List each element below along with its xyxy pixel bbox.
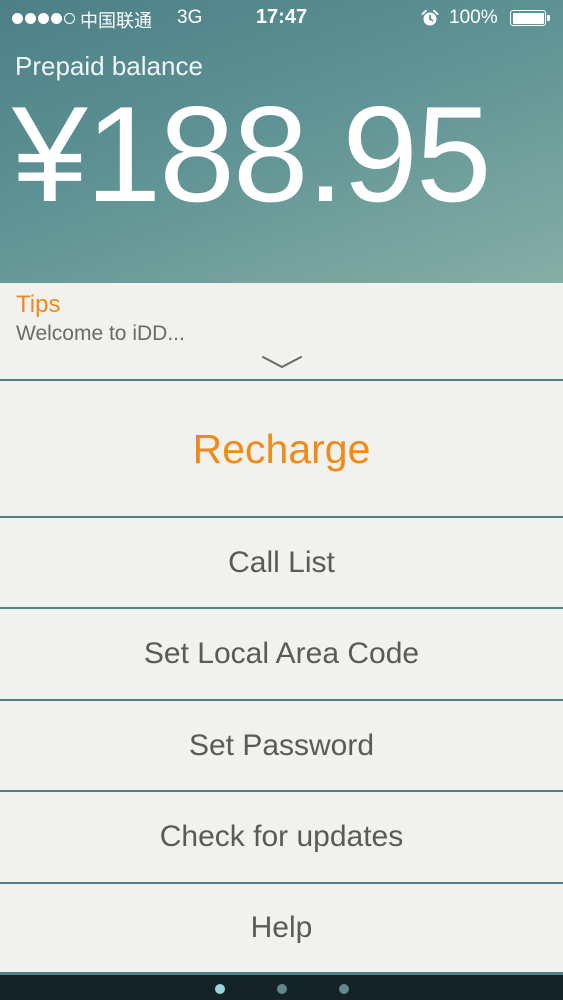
tips-panel[interactable]: Tips Welcome to iDD... (0, 283, 563, 379)
balance-amount: ¥188.95 (12, 78, 492, 230)
help-button[interactable]: Help (0, 882, 563, 972)
chevron-down-icon[interactable] (261, 354, 303, 370)
page-dot[interactable] (277, 984, 287, 994)
set-password-button[interactable]: Set Password (0, 699, 563, 791)
battery-cap (547, 15, 550, 21)
tips-text: Welcome to iDD... (16, 322, 185, 345)
battery-fill (512, 12, 544, 24)
tips-title: Tips (16, 291, 61, 318)
call-list-button[interactable]: Call List (0, 516, 563, 608)
page-dot-active[interactable] (215, 984, 225, 994)
battery-percent: 100% (449, 7, 498, 28)
check-for-updates-button[interactable]: Check for updates (0, 790, 563, 882)
balance-header: 中国联通 3G 17:47 100% Prepaid balance ¥188.… (0, 0, 563, 283)
status-bar: 中国联通 3G 17:47 100% (0, 0, 563, 36)
page-indicator-bar (0, 972, 563, 1000)
battery-icon (510, 10, 546, 26)
alarm-clock-icon (421, 9, 439, 26)
page-dot[interactable] (339, 984, 349, 994)
recharge-button[interactable]: Recharge (0, 379, 563, 517)
set-local-area-code-button[interactable]: Set Local Area Code (0, 607, 563, 699)
